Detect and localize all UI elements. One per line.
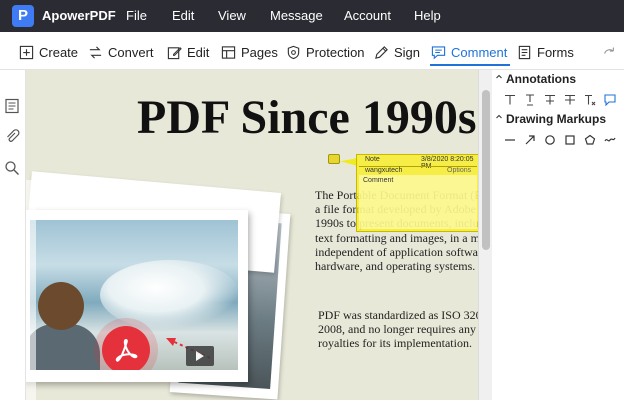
drawing-markups-heading: Drawing Markups	[506, 112, 607, 126]
paragraph-line: 2008, and no longer requires any	[318, 322, 476, 337]
edit-button[interactable]: Edit	[167, 42, 209, 62]
pen-icon	[375, 45, 388, 59]
note-text: Comment	[363, 177, 394, 184]
comment-label: Comment	[451, 44, 508, 60]
document-title: PDF Since 1990s	[137, 91, 477, 144]
edit-icon	[167, 46, 182, 59]
collapse-caret-icon[interactable]	[496, 114, 502, 120]
paragraph-line: royalties for its implementation.	[318, 336, 472, 351]
shield-icon	[287, 45, 300, 59]
attachment-icon[interactable]	[4, 128, 20, 144]
plus-box-icon	[19, 45, 34, 59]
convert-button[interactable]: Convert	[88, 42, 154, 62]
scroll-thumb[interactable]	[482, 90, 490, 250]
convert-label: Convert	[108, 44, 154, 60]
paragraph-line: hardware, and operating systems.	[315, 259, 476, 274]
text-note-icon[interactable]	[504, 94, 516, 106]
underline-text-icon[interactable]	[524, 94, 536, 106]
note-marker-icon[interactable]	[328, 154, 340, 164]
app-name: ApowerPDF	[42, 8, 116, 23]
note-header: Note 3/8/2020 8:20:05 PM	[357, 155, 479, 170]
play-button[interactable]	[186, 346, 214, 366]
person-head	[38, 282, 84, 330]
arrow-tool-icon[interactable]	[524, 134, 536, 146]
main-toolbar: Create Convert Edit Pages Protection Sig…	[0, 32, 624, 70]
right-panel: Annotations Drawing Markups	[492, 70, 624, 400]
menu-account[interactable]: Account	[344, 8, 391, 23]
left-sidebar	[0, 70, 26, 400]
sign-button[interactable]: Sign	[374, 42, 420, 62]
menu-edit[interactable]: Edit	[172, 8, 194, 23]
note-type: Note	[365, 156, 380, 163]
create-label: Create	[39, 44, 79, 60]
acrobat-icon	[115, 338, 138, 362]
comment-icon	[431, 45, 446, 59]
note-body[interactable]: Comment	[359, 175, 477, 229]
collapse-caret-icon[interactable]	[496, 74, 502, 80]
forms-icon	[518, 45, 531, 59]
search-icon[interactable]	[4, 160, 20, 176]
photo-front	[26, 210, 248, 382]
rectangle-tool-icon[interactable]	[564, 134, 576, 146]
paragraph-line: PDF was standardized as ISO 320	[318, 308, 478, 322]
line-tool-icon[interactable]	[504, 134, 516, 146]
forms-button[interactable]: Forms	[517, 42, 574, 62]
freehand-tool-icon[interactable]	[604, 134, 616, 146]
edit-label: Edit	[187, 44, 210, 60]
paragraph-line: text formatting and images, in a m	[315, 230, 478, 245]
page-shadow	[26, 180, 36, 400]
ellipse-tool-icon[interactable]	[544, 134, 556, 146]
app-logo-icon: P	[12, 5, 34, 27]
note-options-button[interactable]: Options	[447, 167, 471, 174]
menu-file[interactable]: File	[126, 8, 147, 23]
ocean-wave	[100, 260, 238, 330]
replace-text-icon[interactable]	[584, 94, 596, 106]
forms-label: Forms	[537, 44, 574, 60]
document-page: PDF Since 1990s The Portable Document Fo…	[26, 70, 478, 400]
convert-icon	[89, 45, 102, 59]
person-body	[30, 324, 100, 370]
pages-icon	[221, 45, 236, 59]
pages-button[interactable]: Pages	[221, 42, 278, 62]
sign-label: Sign	[394, 44, 421, 60]
pages-label: Pages	[241, 44, 278, 60]
highlight-text-icon[interactable]	[544, 94, 556, 106]
vertical-scrollbar[interactable]	[478, 70, 492, 400]
title-bar: P ApowerPDF File Edit View Message Accou…	[0, 0, 624, 32]
create-button[interactable]: Create	[19, 42, 78, 62]
active-tab-indicator	[430, 64, 510, 66]
comment-button[interactable]: Comment	[431, 42, 507, 62]
protection-button[interactable]: Protection	[286, 42, 365, 62]
protection-label: Protection	[306, 44, 365, 60]
paragraph-line: independent of application softwa	[315, 244, 478, 259]
note-popup[interactable]: Note 3/8/2020 8:20:05 PM wangxutech Opti…	[356, 154, 480, 232]
menu-view[interactable]: View	[218, 8, 246, 23]
redo-icon[interactable]	[602, 44, 616, 58]
paragraph-2: PDF was standardized as ISO 320 2008, an…	[318, 308, 478, 351]
play-icon	[196, 351, 204, 361]
sticky-note-icon[interactable]	[604, 94, 616, 106]
annotations-heading: Annotations	[506, 72, 576, 86]
menu-help[interactable]: Help	[414, 8, 441, 23]
note-author: wangxutech	[365, 167, 403, 174]
pdf-logo	[102, 326, 150, 370]
thumbnails-icon[interactable]	[4, 98, 20, 114]
menu-message[interactable]: Message	[270, 8, 323, 23]
strikethrough-icon[interactable]	[564, 94, 576, 106]
polygon-tool-icon[interactable]	[584, 134, 596, 146]
